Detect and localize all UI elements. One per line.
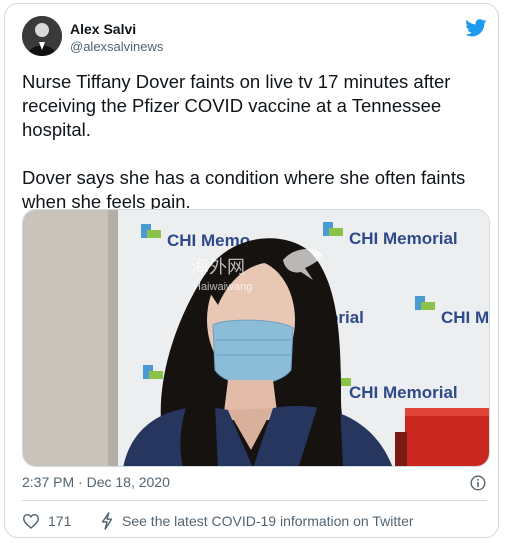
author-name[interactable]: Alex Salvi — [70, 21, 136, 37]
divider — [22, 500, 487, 501]
watermark-en: Haiwaiwang — [193, 281, 252, 293]
tweet-timestamp[interactable]: 2:37 PM · Dec 18, 2020 — [22, 474, 170, 490]
covid-info-link[interactable]: See the latest COVID-19 information on T… — [100, 511, 414, 531]
heart-icon — [22, 513, 40, 529]
like-button[interactable]: 171 — [22, 511, 71, 531]
tweet-card: Alex Salvi @alexsalvinews Nurse Tiffany … — [4, 3, 499, 538]
sign-text-4: CHI M — [441, 308, 489, 327]
covid-info-label: See the latest COVID-19 information on T… — [122, 513, 414, 529]
watermark-cn: 海外网 — [191, 257, 245, 278]
info-icon[interactable] — [470, 475, 486, 491]
video-frame: CHI Memo CHI Memorial orial CHI M CHI Me… — [23, 210, 489, 466]
tweet-text: Nurse Tiffany Dover faints on live tv 17… — [22, 71, 466, 212]
avatar[interactable] — [22, 16, 62, 56]
author-handle[interactable]: @alexsalvinews — [70, 39, 163, 54]
avatar-image — [22, 16, 62, 56]
tweet-video[interactable]: CHI Memo CHI Memorial orial CHI M CHI Me… — [22, 209, 490, 467]
lightning-icon — [101, 512, 113, 530]
sign-text-2: CHI Memorial — [349, 229, 458, 248]
like-count: 171 — [48, 513, 72, 529]
twitter-bird-icon[interactable] — [465, 19, 487, 37]
sign-text-5: CHI Memorial — [349, 383, 458, 402]
